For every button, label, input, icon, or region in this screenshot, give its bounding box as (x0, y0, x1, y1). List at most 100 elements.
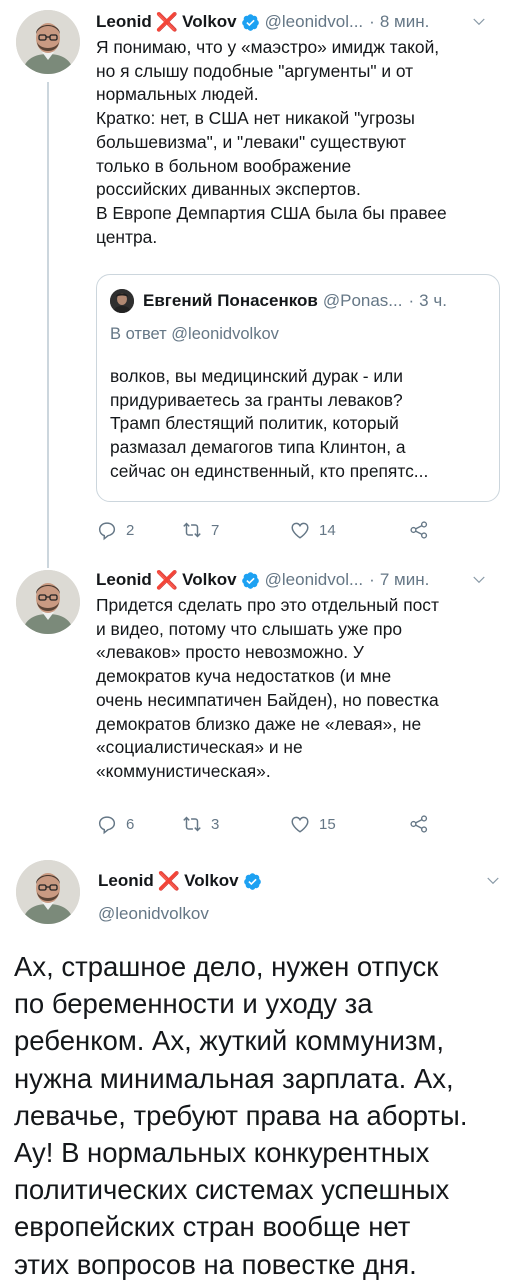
tweet-line: но я слышу подобные "аргументы" и от (96, 60, 414, 81)
author-last-name[interactable]: Volkov (182, 12, 236, 32)
quoted-tweet[interactable]: Евгений Понасенков @Ponas... · 3 ч. В от… (96, 274, 500, 502)
tweet-line: демократов близко даже не «левая», не (96, 713, 422, 734)
tweet-line: большевизма", и "леваки" существуют (96, 131, 407, 152)
retweet-count: 3 (211, 815, 220, 833)
like-icon (289, 813, 311, 835)
quoted-avatar-image (110, 289, 134, 313)
retweet-icon (181, 813, 203, 835)
reply-icon (96, 519, 118, 541)
tweet-line: очень несимпатичен Байден), но повестка (96, 689, 439, 710)
separator-dot: · (369, 12, 375, 31)
tweet-actions: 6 3 15 (96, 810, 436, 838)
avatar[interactable] (16, 10, 80, 74)
tweet-line: политических системах успешных (14, 1174, 450, 1206)
thread-line (47, 82, 49, 562)
quoted-author-name[interactable]: Евгений Понасенков (143, 291, 318, 311)
tweet-line: В Европе Демпартия США была бы правее (96, 202, 447, 223)
tweet-line: «леваков» просто невозможно. У (96, 642, 364, 663)
tweet-line: демократов куча недостатков (и мне (96, 666, 392, 687)
tweet-line: этих вопросов на повестке дня. (14, 1248, 417, 1280)
red-x-emoji: ❌ (157, 870, 181, 891)
quoted-text: волков, вы медицинский дурак - или приду… (110, 365, 489, 484)
tweet-line: и видео, потому что слышать уже про (96, 618, 403, 639)
tweet-line: нужна минимальная зарплата. Ах, (14, 1062, 454, 1094)
tweet-text: Придется сделать про это отдельный пост … (96, 594, 506, 784)
separator-dot: · (369, 570, 375, 589)
share-button[interactable] (408, 813, 430, 835)
tweet-line: Придется сделать про это отдельный пост (96, 595, 439, 615)
tweet-line: российских диванных экспертов. (96, 179, 361, 200)
chevron-down-icon[interactable] (470, 571, 488, 589)
thread-line (47, 556, 49, 568)
retweet-count: 7 (211, 521, 220, 539)
author-last-name[interactable]: Volkov (182, 570, 236, 590)
retweet-icon (181, 519, 203, 541)
retweet-button[interactable]: 7 (181, 519, 219, 541)
quoted-timestamp: 3 ч. (419, 291, 447, 310)
like-button[interactable]: 14 (289, 519, 336, 541)
like-count: 14 (319, 521, 336, 539)
author-first-name[interactable]: Leonid (96, 12, 152, 32)
tweet-actions: 2 7 14 (96, 516, 436, 544)
tweet-text: Я понимаю, что у «маэстро» имидж такой, … (96, 36, 506, 249)
quoted-line: волков, вы медицинский дурак - или (110, 366, 404, 386)
verified-icon (241, 13, 260, 32)
avatar-image (16, 860, 80, 924)
quoted-line: Трамп блестящий политик, который (110, 413, 399, 434)
author-first-name[interactable]: Leonid (98, 871, 154, 891)
tweet-header: Leonid ❌ Volkov @leonidvol... · 7 мин. (96, 568, 502, 592)
avatar-image (16, 570, 80, 634)
reply-button[interactable]: 2 (96, 519, 134, 541)
timestamp[interactable]: 8 мин. (380, 12, 429, 32)
author-handle[interactable]: @leonidvolkov (98, 904, 209, 924)
like-button[interactable]: 15 (289, 813, 336, 835)
quoted-line: придуриваетесь за гранты леваков? (110, 389, 403, 410)
like-count: 15 (319, 815, 336, 833)
quoted-avatar (110, 289, 134, 313)
quoted-line: сейчас он единственный, кто препятс... (110, 460, 429, 481)
share-icon (408, 519, 430, 541)
red-x-emoji: ❌ (155, 569, 179, 590)
timestamp[interactable]: 7 мин. (380, 570, 429, 590)
tweet-line: «социалистическая» и не (96, 737, 303, 758)
tweet-line: европейских стран вообще нет (14, 1211, 411, 1243)
quoted-line: размазал демагогов типа Клинтон, а (110, 437, 406, 458)
quoted-author-handle[interactable]: @Ponas... (323, 291, 403, 311)
verified-icon (243, 872, 262, 891)
tweet-header: Leonid ❌ Volkov @leonidvol... · 8 мин. (96, 10, 502, 34)
tweet-line: только в больном воображение (96, 155, 352, 176)
tweet-line: Ау! В нормальных конкурентных (14, 1137, 430, 1169)
verified-icon (241, 571, 260, 590)
avatar[interactable] (16, 570, 80, 634)
chevron-down-icon[interactable] (484, 872, 502, 890)
chevron-down-icon[interactable] (470, 13, 488, 31)
avatar-image (16, 10, 80, 74)
tweet-line: нормальных людей. (96, 84, 259, 105)
author-first-name[interactable]: Leonid (96, 570, 152, 590)
quoted-reply-to[interactable]: В ответ @leonidvolkov (110, 325, 279, 344)
author-handle[interactable]: @leonidvol... (265, 12, 364, 32)
share-icon (408, 813, 430, 835)
share-button[interactable] (408, 519, 430, 541)
tweet-line: центра. (96, 226, 158, 247)
author-handle[interactable]: @leonidvol... (265, 570, 364, 590)
tweet-text: Ах, страшное дело, нужен отпуск по берем… (14, 948, 502, 1280)
tweet-line: Я понимаю, что у «маэстро» имидж такой, (96, 37, 440, 57)
like-icon (289, 519, 311, 541)
red-x-emoji: ❌ (155, 11, 179, 32)
tweet-line: ребенком. Ах, жуткий коммунизм, (14, 1025, 445, 1057)
reply-button[interactable]: 6 (96, 813, 134, 835)
tweet-line: по беременности и уходу за (14, 988, 373, 1020)
tweet-header: Leonid ❌ Volkov (98, 868, 262, 894)
separator-dot: · (408, 291, 415, 310)
quoted-header: Евгений Понасенков @Ponas... · 3 ч. (143, 289, 489, 313)
reply-icon (96, 813, 118, 835)
tweet-line: «коммунистическая». (96, 760, 271, 781)
author-last-name[interactable]: Volkov (184, 871, 238, 891)
avatar[interactable] (16, 860, 80, 924)
tweet-line: Кратко: нет, в США нет никакой "угрозы (96, 108, 415, 129)
tweet-line: Ах, страшное дело, нужен отпуск (14, 951, 439, 982)
reply-count: 6 (126, 815, 135, 833)
retweet-button[interactable]: 3 (181, 813, 219, 835)
reply-count: 2 (126, 521, 135, 539)
